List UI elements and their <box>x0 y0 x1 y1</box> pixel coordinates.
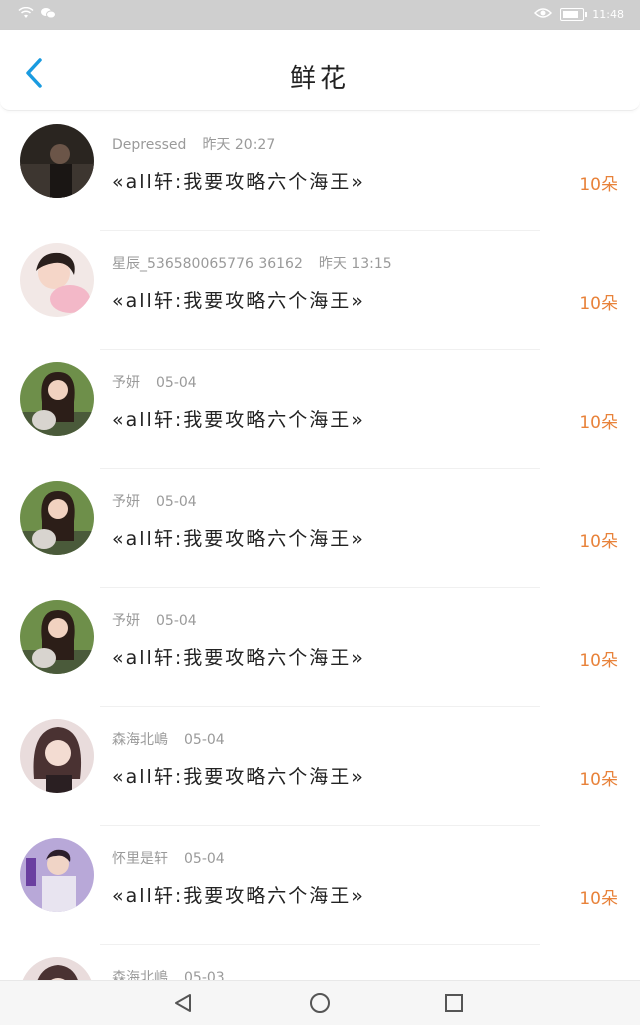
user-name: 森海北嶋 <box>112 970 168 980</box>
battery-icon <box>560 8 588 21</box>
recents-square-icon[interactable] <box>442 991 466 1015</box>
header-bar: 鲜花 <box>0 30 640 111</box>
list-item[interactable]: 森海北嶋 05-04 «all轩:我要攻略六个海王» 10朵 <box>0 707 640 826</box>
book-title: «all轩:我要攻略六个海王» <box>112 766 365 788</box>
list-item[interactable]: 森海北嶋 05-03 <box>0 945 640 980</box>
list-item[interactable]: 予妍 05-04 «all轩:我要攻略六个海王» 10朵 <box>0 469 640 588</box>
book-title: «all轩:我要攻略六个海王» <box>112 290 365 312</box>
item-meta: 怀里是轩 05-04 <box>112 848 225 868</box>
book-title: «all轩:我要攻略六个海王» <box>112 171 365 193</box>
list-item[interactable]: 予妍 05-04 «all轩:我要攻略六个海王» 10朵 <box>0 350 640 469</box>
item-meta: 予妍 05-04 <box>112 491 197 511</box>
list-item[interactable]: 予妍 05-04 «all轩:我要攻略六个海王» 10朵 <box>0 588 640 707</box>
book-title: «all轩:我要攻略六个海王» <box>112 885 365 907</box>
list-item[interactable]: 怀里是轩 05-04 «all轩:我要攻略六个海王» 10朵 <box>0 826 640 945</box>
avatar[interactable] <box>20 481 94 555</box>
user-name: Depressed <box>112 137 187 153</box>
avatar[interactable] <box>20 838 94 912</box>
avatar[interactable] <box>20 243 94 317</box>
item-time: 05-03 <box>184 970 225 980</box>
avatar[interactable] <box>20 362 94 436</box>
item-time: 昨天 20:27 <box>202 137 276 153</box>
flower-count: 10朵 <box>579 532 618 552</box>
item-meta: Depressed 昨天 20:27 <box>112 134 275 154</box>
book-title: «all轩:我要攻略六个海王» <box>112 528 365 550</box>
flower-list[interactable]: Depressed 昨天 20:27 «all轩:我要攻略六个海王» 10朵 星辰… <box>0 112 640 980</box>
item-time: 05-04 <box>156 494 197 510</box>
system-nav-bar <box>0 980 640 1025</box>
user-name: 森海北嶋 <box>112 732 168 748</box>
item-meta: 星辰_536580065776 36162 昨天 13:15 <box>112 253 392 273</box>
eye-icon <box>534 7 553 22</box>
avatar[interactable] <box>20 957 94 980</box>
item-time: 昨天 13:15 <box>318 256 392 272</box>
home-circle-icon[interactable] <box>308 991 332 1015</box>
list-item[interactable]: 星辰_536580065776 36162 昨天 13:15 «all轩:我要攻略… <box>0 231 640 350</box>
flower-count: 10朵 <box>579 413 618 433</box>
user-name: 予妍 <box>112 613 140 629</box>
item-time: 05-04 <box>184 732 225 748</box>
back-triangle-icon[interactable] <box>172 991 196 1015</box>
flower-count: 10朵 <box>579 889 618 909</box>
book-title: «all轩:我要攻略六个海王» <box>112 409 365 431</box>
item-meta: 予妍 05-04 <box>112 372 197 392</box>
avatar[interactable] <box>20 719 94 793</box>
avatar[interactable] <box>20 124 94 198</box>
user-name: 怀里是轩 <box>112 851 168 867</box>
flower-count: 10朵 <box>579 651 618 671</box>
item-time: 05-04 <box>184 851 225 867</box>
flower-count: 10朵 <box>579 175 618 195</box>
flower-count: 10朵 <box>579 770 618 790</box>
page-title: 鲜花 <box>289 64 350 94</box>
avatar[interactable] <box>20 600 94 674</box>
item-time: 05-04 <box>156 375 197 391</box>
status-bar: 11:48 <box>0 0 640 30</box>
list-item[interactable]: Depressed 昨天 20:27 «all轩:我要攻略六个海王» 10朵 <box>0 112 640 231</box>
item-time: 05-04 <box>156 613 197 629</box>
user-name: 予妍 <box>112 375 140 391</box>
user-name: 予妍 <box>112 494 140 510</box>
book-title: «all轩:我要攻略六个海王» <box>112 647 365 669</box>
item-meta: 予妍 05-04 <box>112 610 197 630</box>
item-meta: 森海北嶋 05-04 <box>112 729 225 749</box>
wechat-icon <box>40 7 56 22</box>
user-name: 星辰_536580065776 36162 <box>112 256 303 272</box>
item-meta: 森海北嶋 05-03 <box>112 967 225 980</box>
status-time: 11:48 <box>592 8 624 21</box>
flower-count: 10朵 <box>579 294 618 314</box>
wifi-icon <box>18 6 34 22</box>
